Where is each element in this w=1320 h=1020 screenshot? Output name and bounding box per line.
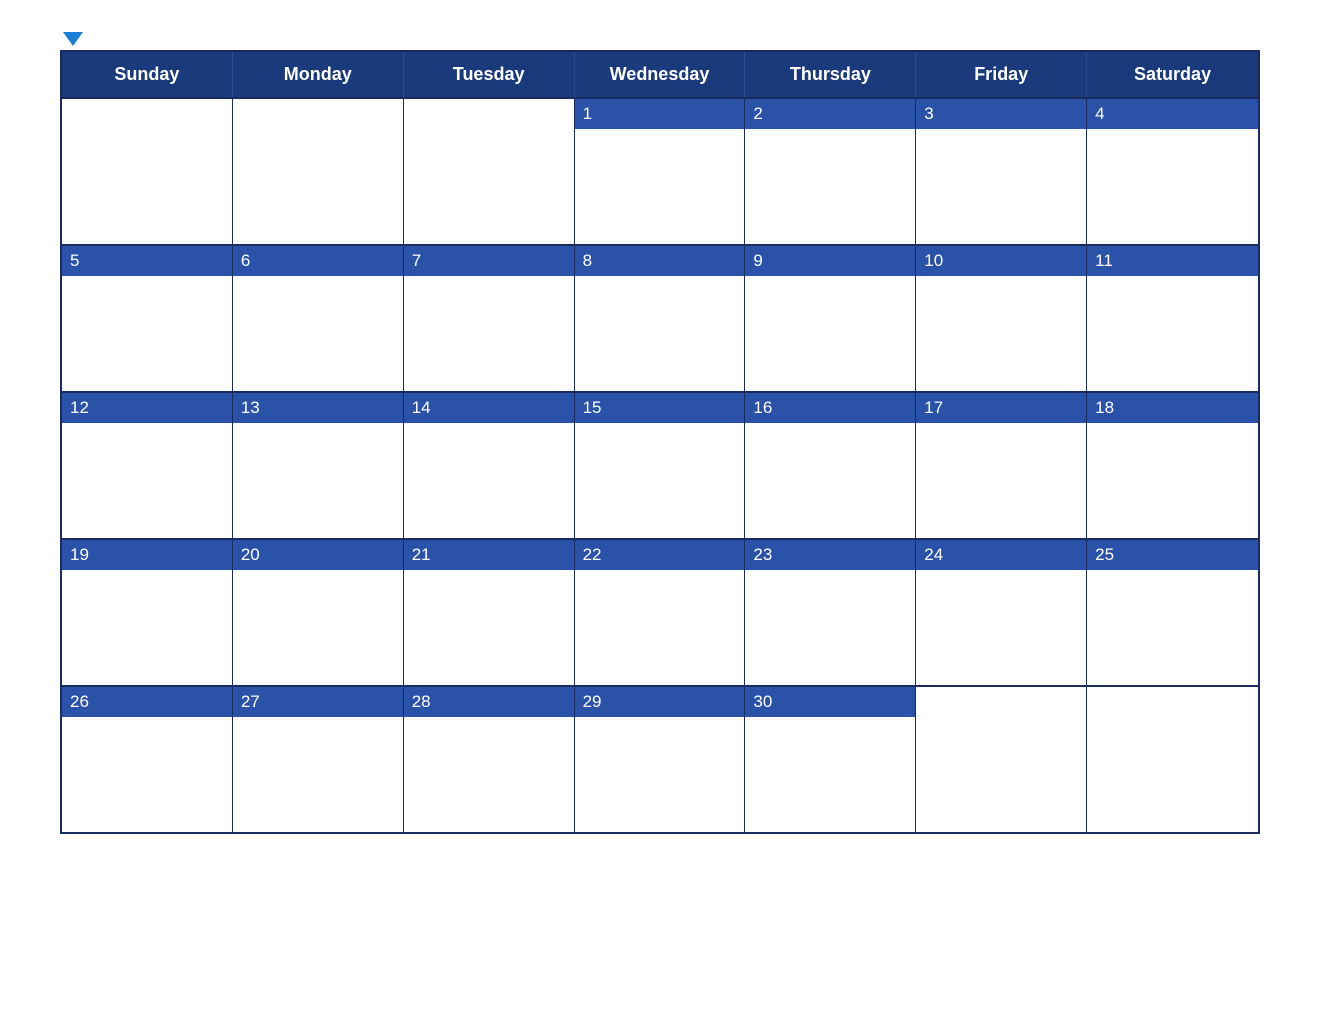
day-number: 17 [916,393,1086,423]
calendar-cell: 10 [916,246,1087,391]
calendar-cell: 12 [62,393,233,538]
calendar-cell: 8 [575,246,746,391]
day-header-tuesday: Tuesday [404,52,575,97]
day-number: 8 [575,246,745,276]
day-header-sunday: Sunday [62,52,233,97]
logo-blue-text [60,30,83,46]
day-number: 16 [745,393,915,423]
day-number: 27 [233,687,403,717]
calendar-cell: 29 [575,687,746,832]
calendar-cell: 26 [62,687,233,832]
day-header-saturday: Saturday [1087,52,1258,97]
logo-triangle-icon [63,32,83,46]
calendar-cell [62,99,233,244]
calendar-cell: 14 [404,393,575,538]
day-number: 12 [62,393,232,423]
day-number: 10 [916,246,1086,276]
day-number: 2 [745,99,915,129]
day-header-monday: Monday [233,52,404,97]
day-number: 18 [1087,393,1258,423]
day-number: 19 [62,540,232,570]
calendar-cell: 21 [404,540,575,685]
day-number: 26 [62,687,232,717]
calendar: SundayMondayTuesdayWednesdayThursdayFrid… [60,50,1260,834]
day-number: 23 [745,540,915,570]
calendar-cell: 20 [233,540,404,685]
calendar-cell: 9 [745,246,916,391]
calendar-week-5: 2627282930 [62,685,1258,832]
day-number: 30 [745,687,915,717]
calendar-week-4: 19202122232425 [62,538,1258,685]
calendar-header: SundayMondayTuesdayWednesdayThursdayFrid… [62,52,1258,97]
calendar-cell: 16 [745,393,916,538]
day-number: 11 [1087,246,1258,276]
calendar-cell: 7 [404,246,575,391]
calendar-cell: 15 [575,393,746,538]
calendar-body: 1234567891011121314151617181920212223242… [62,97,1258,832]
calendar-cell: 19 [62,540,233,685]
calendar-cell: 30 [745,687,916,832]
calendar-cell [404,99,575,244]
calendar-cell: 13 [233,393,404,538]
calendar-cell: 2 [745,99,916,244]
day-header-thursday: Thursday [745,52,916,97]
logo [60,30,83,46]
day-number: 6 [233,246,403,276]
calendar-cell: 3 [916,99,1087,244]
calendar-cell: 28 [404,687,575,832]
calendar-week-2: 567891011 [62,244,1258,391]
day-number [916,687,1086,697]
calendar-cell: 24 [916,540,1087,685]
day-number: 15 [575,393,745,423]
day-number [404,99,574,109]
calendar-cell: 23 [745,540,916,685]
calendar-cell: 27 [233,687,404,832]
day-header-wednesday: Wednesday [575,52,746,97]
calendar-cell [916,687,1087,832]
day-number: 13 [233,393,403,423]
calendar-cell [1087,687,1258,832]
calendar-cell: 11 [1087,246,1258,391]
day-number: 22 [575,540,745,570]
calendar-cell: 25 [1087,540,1258,685]
calendar-cell [233,99,404,244]
day-number: 3 [916,99,1086,129]
day-number: 5 [62,246,232,276]
calendar-cell: 4 [1087,99,1258,244]
day-number: 1 [575,99,745,129]
calendar-cell: 5 [62,246,233,391]
day-number: 9 [745,246,915,276]
day-number: 24 [916,540,1086,570]
calendar-cell: 6 [233,246,404,391]
day-header-friday: Friday [916,52,1087,97]
calendar-cell: 17 [916,393,1087,538]
day-number: 29 [575,687,745,717]
day-number: 4 [1087,99,1258,129]
calendar-cell: 22 [575,540,746,685]
calendar-cell: 18 [1087,393,1258,538]
calendar-week-3: 12131415161718 [62,391,1258,538]
day-number [1087,687,1258,697]
day-number: 20 [233,540,403,570]
day-number: 25 [1087,540,1258,570]
calendar-cell: 1 [575,99,746,244]
day-number: 21 [404,540,574,570]
day-number: 28 [404,687,574,717]
day-number [233,99,403,109]
day-number: 14 [404,393,574,423]
day-number [62,99,232,109]
day-number: 7 [404,246,574,276]
calendar-week-1: 1234 [62,97,1258,244]
